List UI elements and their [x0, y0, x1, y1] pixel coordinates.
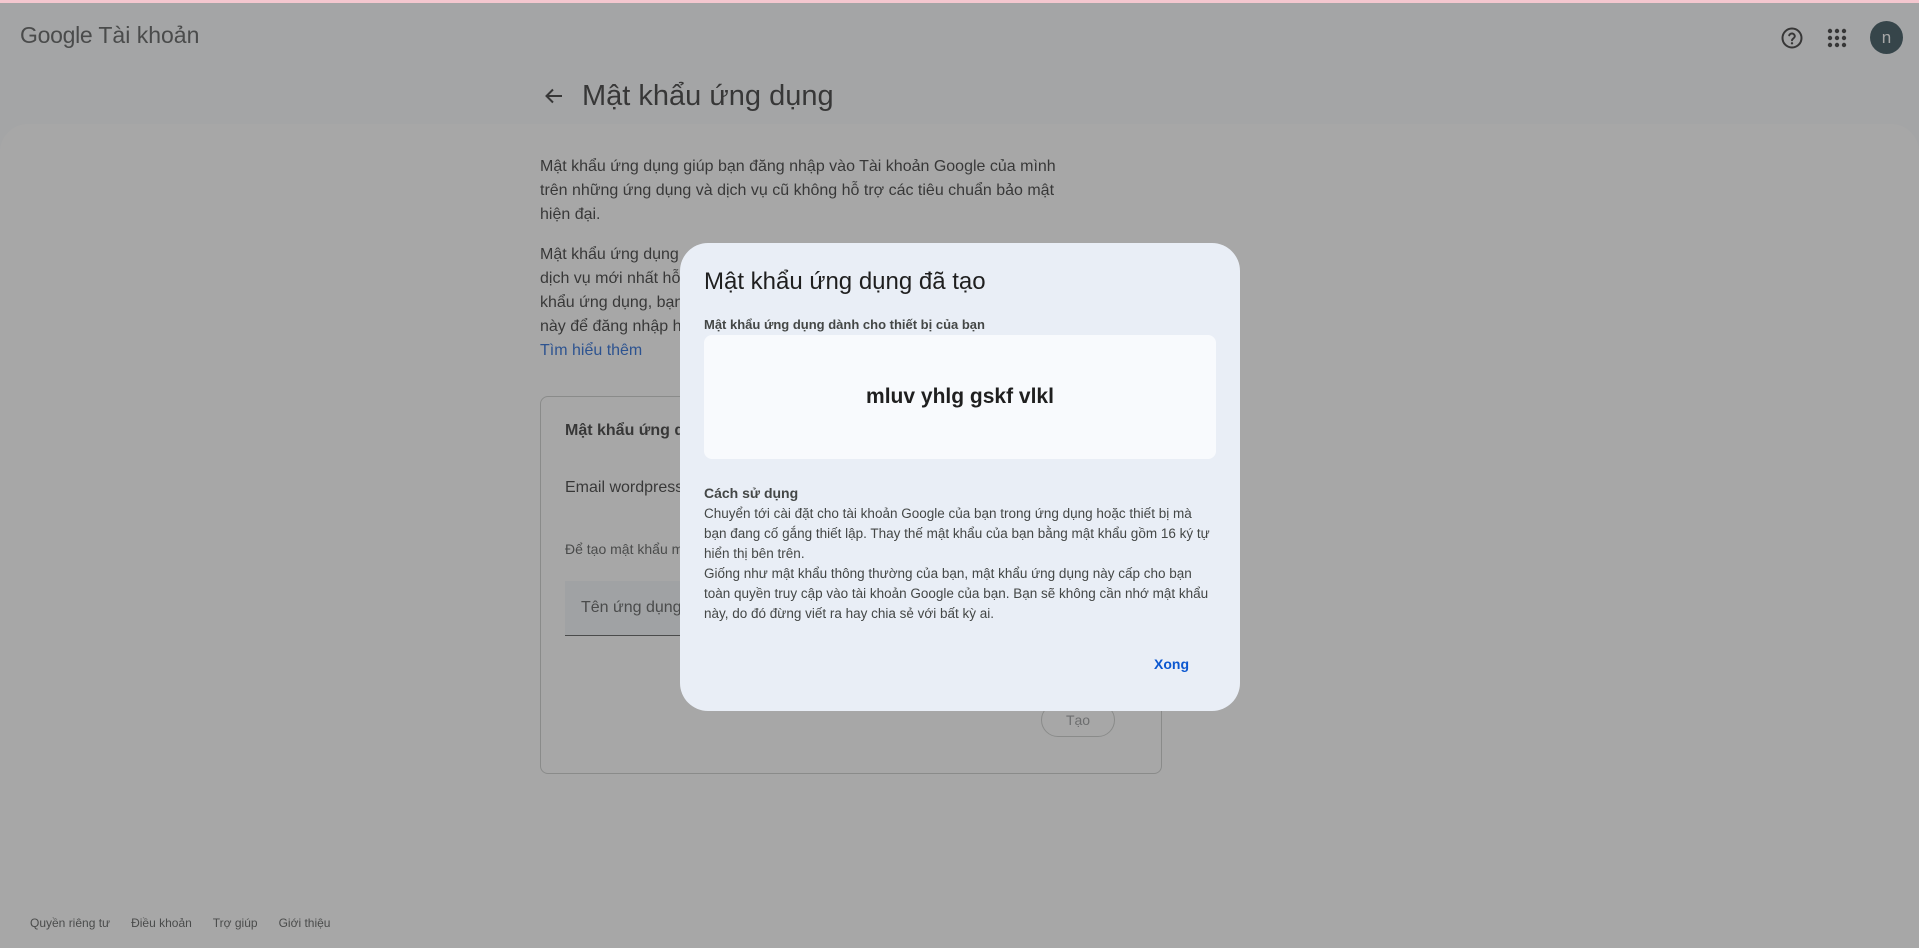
usage-paragraph: Giống như mật khẩu thông thường của bạn,…: [704, 566, 1209, 621]
top-accent-line: [0, 0, 1919, 3]
usage-instructions: Chuyển tới cài đặt cho tài khoản Google …: [704, 504, 1216, 624]
generated-password-dialog: Mật khẩu ứng dụng đã tạo Mật khẩu ứng dụ…: [680, 243, 1240, 711]
dialog-title: Mật khẩu ứng dụng đã tạo: [704, 268, 986, 295]
done-button[interactable]: Xong: [1154, 656, 1189, 672]
usage-paragraph: Chuyển tới cài đặt cho tài khoản Google …: [704, 506, 1210, 561]
generated-password[interactable]: mluv yhlg gskf vlkl: [704, 335, 1216, 459]
dialog-subtitle: Mật khẩu ứng dụng dành cho thiết bị của …: [704, 317, 985, 332]
usage-title: Cách sử dụng: [704, 485, 799, 501]
